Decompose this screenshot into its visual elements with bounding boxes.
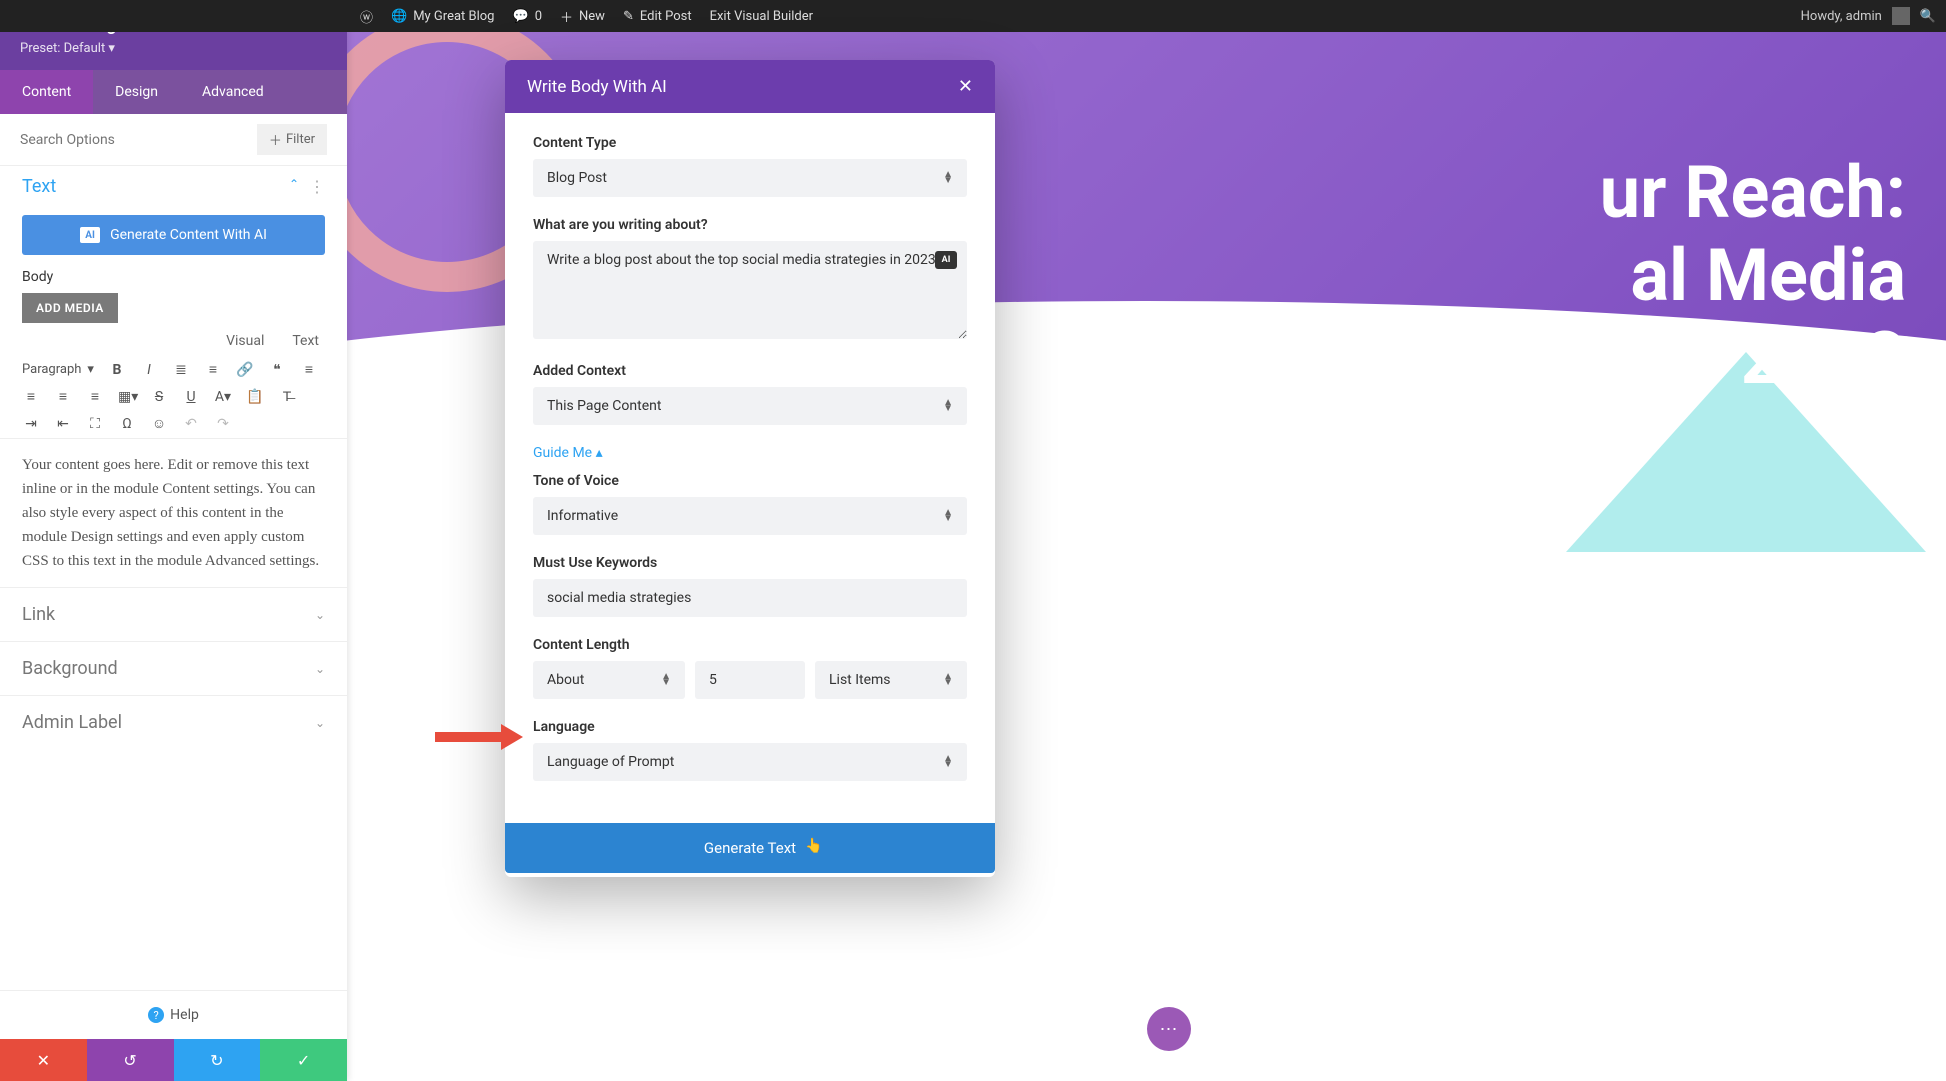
close-icon[interactable]: ✕ — [958, 76, 973, 97]
wp-comments[interactable]: 💬 0 — [513, 9, 543, 24]
paste-icon[interactable]: 📋 — [246, 389, 264, 405]
tab-advanced[interactable]: Advanced — [180, 70, 286, 114]
wp-exit-builder[interactable]: Exit Visual Builder — [710, 9, 813, 24]
caret-icon: ▲▼ — [943, 510, 953, 522]
caret-icon: ▲▼ — [943, 756, 953, 768]
save-button[interactable]: ✓ — [260, 1039, 347, 1081]
paragraph-dropdown[interactable]: Paragraph ▾ — [22, 362, 94, 377]
tone-select[interactable]: Informative▲▼ — [533, 497, 967, 535]
guide-me-toggle[interactable]: Guide Me ▴ — [533, 445, 967, 461]
help-icon: ? — [148, 1007, 164, 1023]
fullscreen-icon[interactable]: ⛶ — [86, 416, 104, 432]
clear-icon[interactable]: T̶ — [278, 388, 296, 405]
modal-title: Write Body With AI — [527, 77, 667, 97]
ai-badge-icon[interactable]: AI — [935, 251, 957, 269]
caret-icon: ▲▼ — [943, 172, 953, 184]
special-char-icon[interactable]: Ω — [118, 416, 136, 432]
caret-icon: ▲▼ — [943, 400, 953, 412]
filter-button[interactable]: ＋ Filter — [257, 124, 327, 155]
align-right-icon[interactable]: ≡ — [54, 388, 72, 405]
align-center-icon[interactable]: ≡ — [22, 388, 40, 405]
wp-site[interactable]: 🌐 My Great Blog — [391, 9, 494, 24]
preset-dropdown[interactable]: Preset: Default ▾ — [20, 41, 327, 56]
wp-logo[interactable]: ⓦ — [360, 7, 373, 26]
strike-icon[interactable]: S — [150, 389, 168, 405]
language-select[interactable]: Language of Prompt▲▼ — [533, 743, 967, 781]
wp-site-name: My Great Blog — [413, 9, 494, 24]
tab-design[interactable]: Design — [93, 70, 180, 114]
avatar[interactable] — [1892, 7, 1910, 25]
editor-tab-visual[interactable]: Visual — [226, 333, 264, 349]
chevron-up-icon[interactable]: ⌃ — [289, 177, 299, 196]
search-input[interactable] — [20, 132, 257, 148]
redo-button[interactable]: ↻ — [174, 1039, 261, 1081]
context-select[interactable]: This Page Content▲▼ — [533, 387, 967, 425]
keywords-input[interactable] — [533, 579, 967, 617]
fab-button[interactable]: ⋯ — [1147, 1007, 1191, 1051]
ai-icon: AI — [80, 227, 100, 243]
underline-icon[interactable]: U — [182, 389, 200, 405]
about-textarea[interactable]: Write a blog post about the top social m… — [533, 241, 967, 339]
language-label: Language — [533, 719, 967, 735]
undo-icon[interactable]: ↶ — [182, 416, 200, 432]
generate-text-button[interactable]: Generate Text 👆 — [505, 823, 995, 873]
wp-howdy[interactable]: Howdy, admin — [1801, 9, 1882, 24]
caret-icon: ▲▼ — [943, 674, 953, 686]
wp-admin-bar: ⓦ 🌐 My Great Blog 💬 0 ＋ New ✎ Edit Post … — [0, 0, 1946, 32]
length-unit-select[interactable]: List Items▲▼ — [815, 661, 967, 699]
body-label: Body — [0, 269, 347, 293]
chevron-down-icon: ⌄ — [315, 662, 325, 676]
section-text[interactable]: Text — [22, 176, 56, 197]
indent-icon[interactable]: ⇥ — [22, 416, 40, 432]
accordion-background[interactable]: Background⌄ — [0, 641, 347, 695]
ul-icon[interactable]: ≣ — [172, 362, 190, 378]
editor-tab-text[interactable]: Text — [292, 333, 319, 349]
cursor-icon: 👆 — [805, 838, 822, 854]
italic-icon[interactable]: I — [140, 362, 158, 378]
keywords-label: Must Use Keywords — [533, 555, 967, 571]
chevron-down-icon: ⌄ — [315, 608, 325, 622]
about-label: What are you writing about? — [533, 217, 967, 233]
search-icon[interactable]: 🔍 — [1920, 9, 1936, 24]
length-about-select[interactable]: About▲▼ — [533, 661, 685, 699]
table-icon[interactable]: ▦▾ — [118, 389, 136, 405]
tab-content[interactable]: Content — [0, 70, 93, 114]
accordion-admin-label[interactable]: Admin Label⌄ — [0, 695, 347, 749]
section-more-icon[interactable]: ⋮ — [309, 177, 325, 196]
editor-content[interactable]: Your content goes here. Edit or remove t… — [0, 439, 347, 587]
quote-icon[interactable]: ❝ — [268, 362, 286, 378]
redo-icon[interactable]: ↷ — [214, 416, 232, 432]
align-left-icon[interactable]: ≡ — [300, 361, 318, 378]
content-type-label: Content Type — [533, 135, 967, 151]
ai-modal: Write Body With AI ✕ Content Type Blog P… — [505, 60, 995, 877]
tone-label: Tone of Voice — [533, 473, 967, 489]
help-link[interactable]: ?Help — [0, 990, 347, 1039]
color-icon[interactable]: A▾ — [214, 389, 232, 405]
emoji-icon[interactable]: ☺ — [150, 415, 168, 432]
add-media-button[interactable]: ADD MEDIA — [22, 293, 118, 323]
caret-icon: ▲▼ — [661, 674, 671, 686]
editor-toolbar: Paragraph ▾ B I ≣ ≡ 🔗 ❝ ≡ ≡ ≡ ≡ ▦▾ S U A… — [0, 355, 347, 439]
context-label: Added Context — [533, 363, 967, 379]
outdent-icon[interactable]: ⇤ — [54, 416, 72, 432]
undo-button[interactable]: ↺ — [87, 1039, 174, 1081]
cancel-button[interactable]: ✕ — [0, 1039, 87, 1081]
wp-new[interactable]: ＋ New — [560, 7, 605, 26]
page-title: ur Reach: al Media gies for 2023 — [1476, 152, 1906, 400]
align-justify-icon[interactable]: ≡ — [86, 388, 104, 405]
accordion-link[interactable]: Link⌄ — [0, 587, 347, 641]
length-label: Content Length — [533, 637, 967, 653]
wp-edit-post[interactable]: ✎ Edit Post — [623, 9, 692, 24]
ol-icon[interactable]: ≡ — [204, 361, 222, 378]
bold-icon[interactable]: B — [108, 362, 126, 378]
content-type-select[interactable]: Blog Post▲▼ — [533, 159, 967, 197]
length-number-input[interactable] — [695, 661, 805, 699]
link-icon[interactable]: 🔗 — [236, 362, 254, 378]
settings-sidebar: Text Settings ⛶ ◫ ⋮ Preset: Default ▾ Co… — [0, 0, 347, 1081]
annotation-arrow — [435, 732, 505, 742]
generate-ai-button[interactable]: AI Generate Content With AI — [22, 215, 325, 255]
chevron-down-icon: ⌄ — [315, 716, 325, 730]
